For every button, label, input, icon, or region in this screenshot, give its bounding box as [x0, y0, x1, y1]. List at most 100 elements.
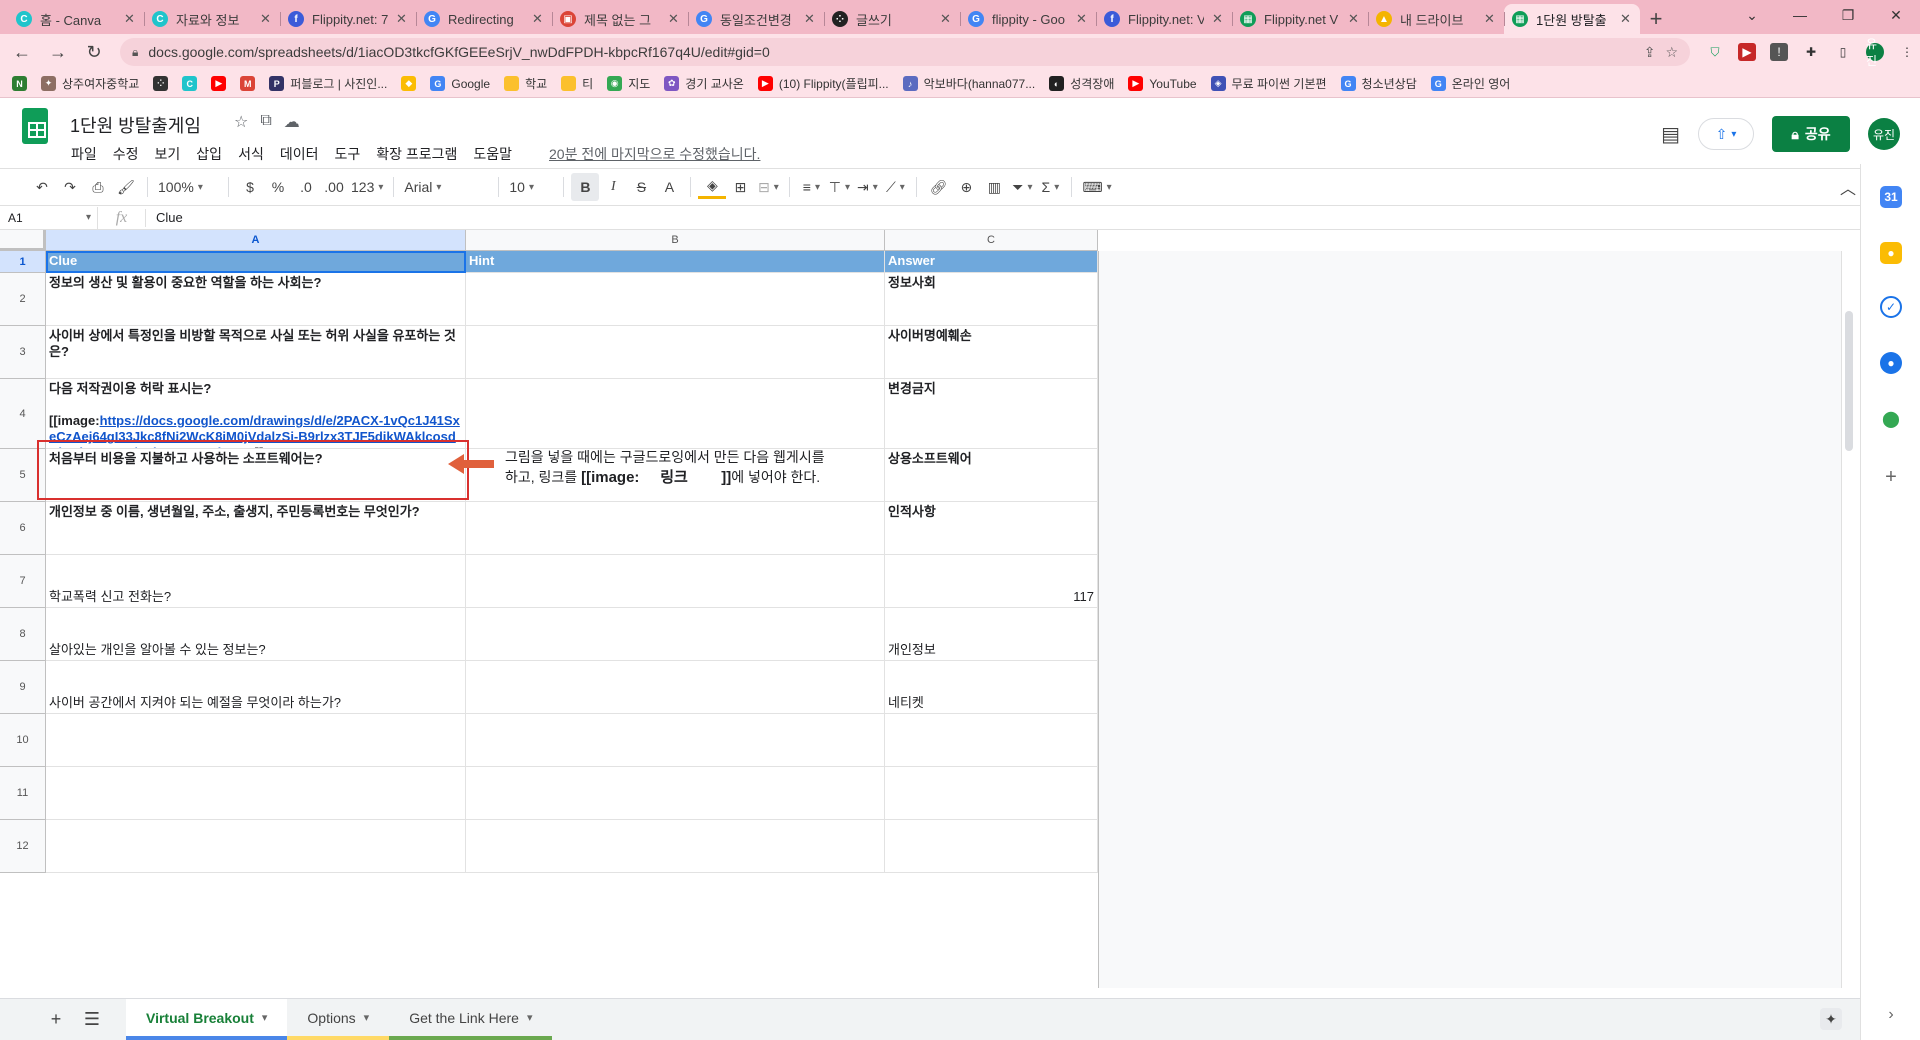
account-avatar[interactable]: 유진	[1868, 118, 1900, 150]
cell-b10[interactable]	[466, 714, 885, 767]
tab-close-icon[interactable]: ✕	[1076, 11, 1088, 27]
cell-a11[interactable]	[46, 767, 466, 820]
more-formats-button[interactable]: 123	[348, 173, 386, 201]
tab-close-icon[interactable]: ✕	[1620, 11, 1632, 27]
bookmark-item[interactable]: P 퍼블로그 | 사진인...	[269, 75, 387, 92]
bookmark-item[interactable]: ◆	[401, 76, 417, 91]
bookmark-item[interactable]: 티	[561, 75, 593, 92]
tab-close-icon[interactable]: ✕	[1484, 11, 1496, 27]
tab-close-icon[interactable]: ✕	[668, 11, 680, 27]
sheet-tab[interactable]: Get the Link Here	[389, 999, 553, 1040]
formula-input[interactable]: Clue	[146, 210, 183, 225]
menu-item[interactable]: 보기	[148, 142, 188, 166]
bookmark-item[interactable]: ▶	[211, 76, 227, 91]
font-size-select[interactable]: 10	[506, 173, 556, 201]
bookmark-item[interactable]: ◈ 무료 파이썬 기본편	[1210, 75, 1327, 92]
row-header[interactable]: 5	[0, 449, 46, 502]
all-sheets-button[interactable]: ☰	[76, 999, 108, 1040]
menu-item[interactable]: 도구	[327, 142, 367, 166]
column-header-b[interactable]: B	[466, 230, 885, 251]
currency-format-button[interactable]: $	[236, 173, 264, 201]
tab-close-icon[interactable]: ✕	[940, 11, 952, 27]
cloud-status-icon[interactable]: ☁	[284, 112, 300, 132]
cell-b8[interactable]	[466, 608, 885, 661]
row-header[interactable]: 4	[0, 379, 46, 449]
scrollbar-thumb[interactable]	[1845, 311, 1853, 451]
last-edit-link[interactable]: 20분 전에 마지막으로 수정했습니다.	[549, 144, 760, 164]
chrome-menu-icon[interactable]: ⋮	[1898, 43, 1916, 61]
bookmark-item[interactable]: ◐ 성격장애	[1049, 75, 1114, 92]
cell-c3[interactable]: 사이버명예훼손	[885, 326, 1098, 379]
present-button[interactable]: ⇧ ▾	[1698, 118, 1754, 150]
name-box[interactable]: A1 ▾	[0, 206, 98, 229]
cell-a9[interactable]: 사이버 공간에서 지켜야 되는 예절을 무엇이라 하는가?	[46, 661, 466, 714]
puzzle-extensions-icon[interactable]: ✚	[1802, 43, 1820, 61]
bookmark-item[interactable]: G Google	[430, 76, 490, 91]
browser-tab[interactable]: G Redirecting ✕	[416, 4, 552, 34]
contacts-icon[interactable]: ●	[1880, 352, 1902, 374]
collapse-menu-icon[interactable]: ︿	[1840, 175, 1856, 199]
document-title[interactable]: 1단원 방탈출게임	[70, 112, 201, 138]
side-panel-icon[interactable]: ▯	[1834, 43, 1852, 61]
menu-item[interactable]: 도움말	[466, 142, 519, 166]
bookmark-item[interactable]: ⁘	[153, 76, 169, 91]
cell-a4[interactable]: 다음 저작권이용 허락 표시는? [[image:https://docs.goo…	[46, 379, 466, 449]
column-header-a[interactable]: A	[46, 230, 466, 251]
star-icon[interactable]: ☆	[234, 112, 248, 132]
bookmark-item[interactable]: N	[12, 76, 27, 91]
cell-c6[interactable]: 인적사항	[885, 502, 1098, 555]
vertical-scrollbar[interactable]	[1841, 251, 1855, 988]
maps-icon[interactable]: ⬤	[1880, 408, 1902, 430]
decrease-decimal-button[interactable]: .0	[292, 173, 320, 201]
cell-c2[interactable]: 정보사회	[885, 273, 1098, 326]
cell-b9[interactable]	[466, 661, 885, 714]
row-header[interactable]: 7	[0, 555, 46, 608]
menu-item[interactable]: 삽입	[189, 142, 229, 166]
italic-button[interactable]: I	[599, 173, 627, 201]
input-tools-icon[interactable]: ⌨	[1079, 173, 1114, 201]
share-page-icon[interactable]: ⇪	[1644, 44, 1656, 61]
cell-a1[interactable]: Clue	[46, 251, 466, 273]
cell-a5[interactable]: 처음부터 비용을 지불하고 사용하는 소프트웨어는?	[46, 449, 466, 502]
comment-history-icon[interactable]: ▤	[1661, 122, 1680, 147]
bookmark-item[interactable]: ▶ YouTube	[1128, 76, 1197, 91]
insert-comment-icon[interactable]: ⊕	[952, 173, 980, 201]
sheets-logo-icon[interactable]	[22, 108, 48, 144]
menu-item[interactable]: 데이터	[273, 142, 326, 166]
tab-search-icon[interactable]: ⌄	[1728, 0, 1776, 30]
image-url-link[interactable]: https://docs.google.com/drawings/d/e/2PA…	[49, 413, 460, 448]
filter-icon[interactable]: ⏷	[1008, 173, 1036, 201]
cell-a12[interactable]	[46, 820, 466, 873]
cell-b4[interactable]	[466, 379, 885, 449]
redo-icon[interactable]: ↷	[56, 173, 84, 201]
row-header[interactable]: 6	[0, 502, 46, 555]
cell-b12[interactable]	[466, 820, 885, 873]
insert-link-icon[interactable]: 🔗︎	[924, 173, 952, 201]
add-sheet-button[interactable]: +	[40, 999, 72, 1040]
row-header[interactable]: 3	[0, 326, 46, 379]
cell-c4[interactable]: 변경금지	[885, 379, 1098, 449]
cell-b3[interactable]	[466, 326, 885, 379]
tab-close-icon[interactable]: ✕	[532, 11, 544, 27]
tab-close-icon[interactable]: ✕	[260, 11, 272, 27]
restore-button[interactable]: ❐	[1824, 0, 1872, 30]
borders-icon[interactable]: ⊞	[726, 173, 754, 201]
browser-tab[interactable]: ▦ Flippity.net V ✕	[1232, 4, 1368, 34]
bookmark-item[interactable]: C	[182, 76, 198, 91]
close-window-button[interactable]: ✕	[1872, 0, 1920, 30]
column-header-c[interactable]: C	[885, 230, 1098, 251]
sheet-tab[interactable]: Virtual Breakout	[126, 999, 288, 1040]
functions-icon[interactable]: Σ	[1036, 173, 1064, 201]
menu-item[interactable]: 확장 프로그램	[369, 142, 464, 166]
increase-decimal-button[interactable]: .00	[320, 173, 348, 201]
dark-extension-icon[interactable]: !	[1770, 43, 1788, 61]
bookmark-item[interactable]: G 온라인 영어	[1430, 75, 1510, 92]
text-color-button[interactable]: A	[655, 173, 683, 201]
menu-item[interactable]: 서식	[231, 142, 271, 166]
browser-tab[interactable]: C 자료와 정보 ✕	[144, 4, 280, 34]
row-header[interactable]: 11	[0, 767, 46, 820]
back-button[interactable]: ←	[8, 38, 36, 66]
print-icon[interactable]: ⎙	[84, 173, 112, 201]
keep-icon[interactable]: ●	[1880, 242, 1902, 264]
paint-format-icon[interactable]: 🖌︎	[112, 173, 140, 201]
